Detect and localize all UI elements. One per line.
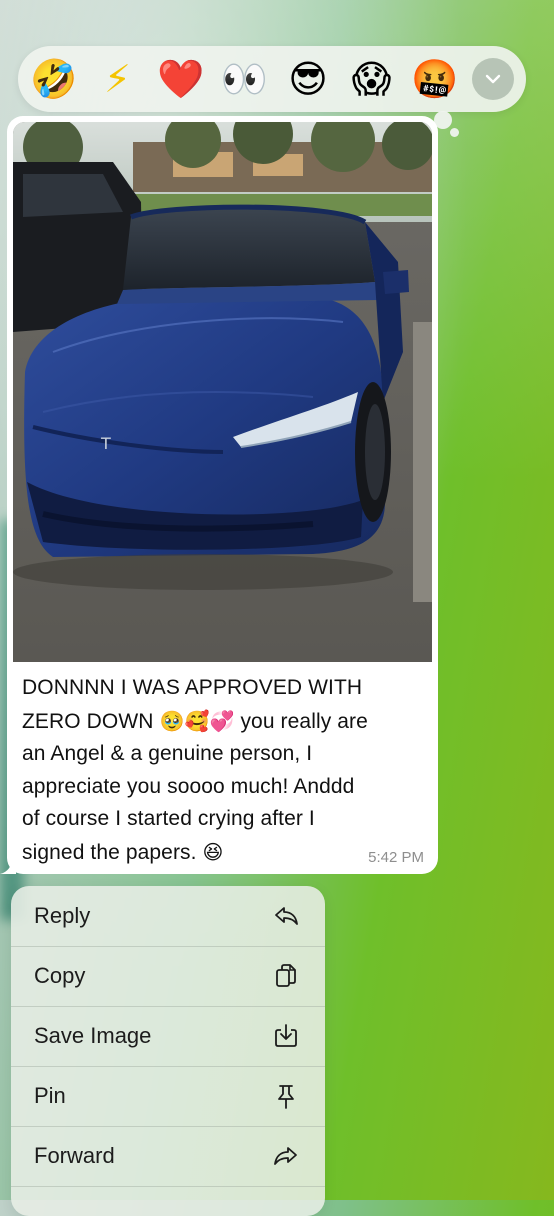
menu-item-label: Copy xyxy=(34,963,86,988)
message-text-segment: you really are xyxy=(234,709,368,733)
copy-icon xyxy=(271,961,301,991)
reaction-cursing[interactable]: 🤬 xyxy=(409,53,461,105)
message-timestamp: 5:42 PM xyxy=(368,849,424,866)
menu-item-label: Pin xyxy=(34,1083,66,1108)
reaction-eyes[interactable]: 👀 xyxy=(219,53,271,105)
message-text: DONNNN I WAS APPROVED WITH ZERO DOWN 🥹🥰💞… xyxy=(22,672,427,869)
menu-item-label: Save Image xyxy=(34,1023,152,1048)
laughing-emoji: 😆 xyxy=(202,839,224,864)
message-text-segment: signed the papers. xyxy=(22,840,203,864)
message-text-line: an Angel & a genuine person, I xyxy=(22,742,313,765)
context-menu: Reply Copy Save Image Pin Forward xyxy=(11,886,325,1216)
expand-reactions-button[interactable] xyxy=(472,58,514,100)
message-text-line: appreciate you soooo much! Anddd xyxy=(22,774,355,798)
menu-item-forward[interactable]: Forward xyxy=(11,1126,325,1186)
reaction-sunglasses[interactable]: 😎 xyxy=(282,53,334,105)
message-text-line: ZERO DOWN 🥹🥰💞 you really are xyxy=(22,705,427,739)
reaction-lightning[interactable]: ⚡ xyxy=(92,53,144,105)
menu-item-pin[interactable]: Pin xyxy=(11,1066,325,1126)
reaction-heart[interactable]: ❤️ xyxy=(155,53,207,105)
pin-icon xyxy=(271,1081,301,1111)
message-bubble[interactable]: T DONNNN I WAS APPROVED WITH ZERO DOWN 🥹… xyxy=(7,116,438,874)
menu-item-label: Forward xyxy=(34,1143,115,1168)
car-photo-image: T xyxy=(13,122,432,662)
reaction-bubble-dot-small xyxy=(450,128,459,137)
download-icon xyxy=(271,1021,301,1051)
svg-text:T: T xyxy=(100,434,111,453)
message-text-line: DONNNN I WAS APPROVED WITH xyxy=(22,676,363,699)
message-text-segment: ZERO DOWN xyxy=(22,709,160,733)
reaction-scream[interactable]: 😱 xyxy=(346,53,398,105)
reaction-bar: 🤣 ⚡ ❤️ 👀 😎 😱 🤬 xyxy=(18,46,526,112)
chevron-down-icon xyxy=(485,74,501,84)
menu-item-copy[interactable]: Copy xyxy=(11,946,325,1006)
reaction-rofl[interactable]: 🤣 xyxy=(28,53,80,105)
message-text-line: signed the papers. 😆 xyxy=(22,836,427,870)
message-text-line: of course I started crying after I xyxy=(22,807,315,830)
reply-icon xyxy=(271,901,301,931)
menu-item-save-image[interactable]: Save Image xyxy=(11,1006,325,1066)
forward-icon xyxy=(271,1141,301,1171)
pleading-faces-emoji: 🥹🥰💞 xyxy=(159,708,235,733)
bubble-tail xyxy=(0,858,16,874)
menu-item-label: Reply xyxy=(34,903,91,928)
menu-divider xyxy=(11,1186,325,1187)
menu-item-reply[interactable]: Reply xyxy=(11,886,325,946)
